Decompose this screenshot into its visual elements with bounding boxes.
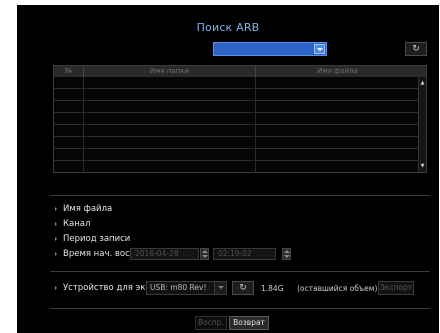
table-row[interactable]: [54, 89, 419, 101]
file-name-label: Имя файла: [63, 204, 113, 214]
bullet-icon: [55, 251, 57, 256]
refresh-icon: ↻: [412, 44, 420, 54]
table-header: № Имя папки Имя файла: [54, 66, 426, 77]
date-stepper[interactable]: [200, 248, 209, 260]
device-size: 1.84G: [261, 284, 284, 293]
page-title: Поиск ARB: [196, 21, 260, 34]
arb-search-panel: Поиск ARB ↻ № Имя папки Имя файла ▲ ▼ Им…: [17, 5, 439, 333]
refresh-button[interactable]: ↻: [405, 42, 427, 56]
divider: [50, 271, 430, 272]
table-row[interactable]: [54, 101, 419, 113]
table-row[interactable]: [54, 149, 419, 161]
table-row[interactable]: [54, 137, 419, 149]
export-device-select[interactable]: USB: m80 Rev!: [146, 281, 227, 295]
bullet-icon: [55, 221, 57, 226]
period-label: Период записи: [63, 234, 131, 244]
refresh-icon: ↻: [239, 283, 247, 293]
export-device-value: USB: m80 Rev!: [150, 283, 207, 292]
chevron-down-icon[interactable]: [314, 44, 325, 54]
table-row[interactable]: [54, 161, 419, 173]
table-row[interactable]: [54, 113, 419, 125]
export-device-row: Устройство для экспо: [55, 283, 161, 293]
column-header-file-name: Имя файла: [255, 66, 419, 77]
period-row: Период записи: [55, 234, 130, 244]
start-time-field[interactable]: 02:19:02: [213, 248, 276, 260]
play-button[interactable]: Воспр.: [195, 316, 227, 330]
bullet-icon: [55, 285, 57, 290]
table-row[interactable]: [54, 125, 419, 137]
arb-select-dropdown[interactable]: [213, 42, 327, 56]
return-button[interactable]: Возврат: [229, 316, 269, 330]
scroll-down-icon[interactable]: ▼: [420, 163, 425, 169]
channel-label: Канал: [63, 219, 91, 229]
bullet-icon: [55, 206, 57, 211]
column-header-number: №: [64, 67, 73, 75]
bullet-icon: [55, 236, 57, 241]
channel-row: Канал: [55, 219, 90, 229]
column-header-folder-name: Имя папки: [83, 66, 255, 77]
divider: [50, 195, 430, 196]
export-button[interactable]: Экспорт: [378, 281, 414, 295]
file-name-row: Имя файла: [55, 204, 112, 214]
start-date-field[interactable]: 2016-04-28: [130, 248, 199, 260]
remaining-space-label: (оставшийся объем): [297, 284, 378, 293]
table-scrollbar[interactable]: ▲ ▼: [418, 77, 426, 172]
chevron-down-icon[interactable]: [214, 282, 226, 294]
table-row[interactable]: [54, 77, 419, 89]
time-stepper[interactable]: [282, 248, 291, 260]
divider: [50, 308, 430, 309]
scroll-up-icon[interactable]: ▲: [420, 80, 425, 86]
device-refresh-button[interactable]: ↻: [232, 281, 254, 295]
file-table: № Имя папки Имя файла ▲ ▼: [53, 65, 427, 173]
